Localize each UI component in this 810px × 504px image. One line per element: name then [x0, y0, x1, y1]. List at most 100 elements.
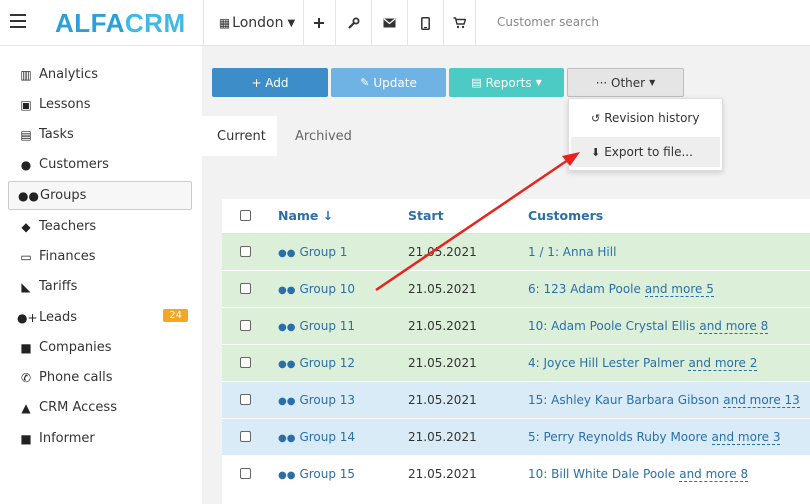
group-name-link[interactable]: ●● Group 12 [278, 356, 355, 370]
start-date: 21.05.2021 [408, 245, 477, 259]
groups-table: Name ↓ Start Customers ●● Group 1 21.05.2… [222, 199, 810, 504]
group-icon: ●● [278, 433, 296, 444]
customers-cell: 10: Bill White Dale Poole and more 8 [528, 467, 749, 482]
table-row[interactable]: ●● Group 13 21.05.2021 15: Ashley Kaur Ba… [222, 382, 810, 419]
money-icon: ▭ [20, 249, 32, 264]
download-icon: ⬇ [591, 145, 601, 159]
clipboard-icon: ▤ [20, 127, 32, 142]
group-name-link[interactable]: ●● Group 10 [278, 282, 355, 296]
group-name-link[interactable]: ●● Group 1 [278, 245, 347, 259]
divider [203, 0, 204, 46]
table-row[interactable]: ●● Group 11 21.05.2021 10: Adam Poole Cry… [222, 308, 810, 345]
tag-icon: ◣ [21, 279, 31, 294]
table-row[interactable]: ●● Group 15 21.05.2021 10: Bill White Dal… [222, 456, 810, 493]
caret-down-icon: ▼ [649, 78, 656, 87]
export-to-file-menu-item[interactable]: ⬇ Export to file... [571, 137, 720, 167]
tab-archived[interactable]: Archived [295, 116, 352, 156]
customers-cell: 5: Perry Reynolds Ruby Moore and more 3 [528, 430, 781, 445]
group-icon: ●● [278, 470, 296, 481]
table-row[interactable]: ●● Group 14 21.05.2021 5: Perry Reynolds … [222, 419, 810, 456]
start-date: 21.05.2021 [408, 393, 477, 407]
user-icon: ● [20, 157, 32, 172]
history-icon: ↺ [591, 111, 601, 125]
mobile-icon[interactable] [407, 0, 443, 46]
customers-cell: 6: 123 Adam Poole and more 5 [528, 282, 714, 297]
sidebar-item-tasks[interactable]: ▤ Tasks [8, 120, 192, 149]
group-icon: ●● [278, 322, 296, 333]
row-checkbox[interactable] [240, 394, 251, 405]
cart-icon[interactable] [443, 0, 475, 46]
group-name-link[interactable]: ●● Group 14 [278, 430, 355, 444]
and-more-link[interactable]: and more 8 [679, 467, 749, 482]
envelope-icon[interactable] [371, 0, 407, 46]
and-more-link[interactable]: and more 2 [688, 356, 758, 371]
group-icon: ●● [278, 285, 296, 296]
sidebar-item-leads[interactable]: ●+ Leads 24 [8, 303, 192, 332]
wrench-icon[interactable] [335, 0, 371, 46]
sidebar: ▥ Analytics ▣ Lessons ▤ Tasks ● Customers ●●… [0, 46, 200, 504]
divider [475, 0, 476, 46]
sidebar-item-groups[interactable]: ●● Groups [8, 181, 192, 210]
sidebar-item-customers[interactable]: ● Customers [8, 150, 192, 179]
row-checkbox[interactable] [240, 246, 251, 257]
table-row[interactable]: ●● Group 10 21.05.2021 6: 123 Adam Poole a… [222, 271, 810, 308]
reports-button[interactable]: ▤ Reports ▼ [449, 68, 564, 97]
start-date: 21.05.2021 [408, 467, 477, 481]
customers-cell: 4: Joyce Hill Lester Palmer and more 2 [528, 356, 758, 371]
name-column-header[interactable]: Name ↓ [278, 208, 333, 223]
and-more-link[interactable]: and more 3 [711, 430, 781, 445]
hamburger-menu-icon[interactable] [10, 14, 26, 28]
customer-search-input[interactable]: Customer search [497, 15, 599, 29]
city-selector[interactable]: ▦ London ▼ [212, 0, 302, 46]
group-name-link[interactable]: ●● Group 13 [278, 393, 355, 407]
row-checkbox[interactable] [240, 283, 251, 294]
revision-history-menu-item[interactable]: ↺ Revision history [571, 103, 720, 133]
document-icon: ■ [20, 431, 32, 446]
row-checkbox[interactable] [240, 320, 251, 331]
other-button[interactable]: ··· Other ▼ [567, 68, 684, 97]
add-icon[interactable] [303, 0, 335, 46]
graduation-cap-icon: ◆ [21, 219, 31, 234]
user-plus-icon: ●+ [17, 310, 38, 325]
table-row[interactable]: ●● Group 1 21.05.2021 1 / 1: Anna Hill [222, 234, 810, 271]
start-date: 21.05.2021 [408, 319, 477, 333]
sidebar-item-tariffs[interactable]: ◣ Tariffs [8, 272, 192, 301]
pencil-icon: ✎ [360, 76, 370, 89]
row-checkbox[interactable] [240, 431, 251, 442]
tab-current[interactable]: Current [202, 116, 277, 156]
printer-icon: ▤ [471, 76, 482, 89]
and-more-link[interactable]: and more 13 [723, 393, 800, 408]
row-checkbox[interactable] [240, 357, 251, 368]
sidebar-item-phone-calls[interactable]: ✆ Phone calls [8, 363, 192, 392]
sidebar-item-analytics[interactable]: ▥ Analytics [8, 60, 192, 89]
add-button[interactable]: + Add [212, 68, 328, 97]
caret-down-icon: ▼ [535, 78, 542, 87]
phone-icon: ✆ [20, 370, 32, 385]
and-more-link[interactable]: and more 5 [644, 282, 714, 297]
sidebar-item-crm-access[interactable]: ▲ CRM Access [8, 393, 192, 422]
and-more-link[interactable]: and more 8 [699, 319, 769, 334]
sidebar-item-informer[interactable]: ■ Informer [8, 424, 192, 453]
group-icon: ●● [18, 188, 39, 203]
sidebar-item-companies[interactable]: ■ Companies [8, 333, 192, 362]
group-name-link[interactable]: ●● Group 11 [278, 319, 355, 333]
row-checkbox[interactable] [240, 468, 251, 479]
logo[interactable]: ALFACRM [55, 8, 186, 39]
group-icon: ●● [278, 396, 296, 407]
select-all-checkbox[interactable] [240, 210, 251, 221]
start-column-header[interactable]: Start [408, 208, 444, 223]
briefcase-icon: ■ [20, 340, 32, 355]
start-date: 21.05.2021 [408, 356, 477, 370]
start-date: 21.05.2021 [408, 282, 477, 296]
update-button[interactable]: ✎ Update [331, 68, 446, 97]
start-date: 21.05.2021 [408, 430, 477, 444]
table-row[interactable]: ●● Group 12 21.05.2021 4: Joyce Hill Lest… [222, 345, 810, 382]
sidebar-item-lessons[interactable]: ▣ Lessons [8, 90, 192, 119]
sidebar-item-teachers[interactable]: ◆ Teachers [8, 212, 192, 241]
customers-column-header[interactable]: Customers [528, 208, 603, 223]
other-dropdown-menu: ↺ Revision history ⬇ Export to file... [568, 98, 723, 171]
sidebar-item-finances[interactable]: ▭ Finances [8, 242, 192, 271]
table-header: Name ↓ Start Customers [222, 199, 810, 234]
group-name-link[interactable]: ●● Group 15 [278, 467, 355, 481]
analytics-icon: ▥ [20, 67, 32, 82]
